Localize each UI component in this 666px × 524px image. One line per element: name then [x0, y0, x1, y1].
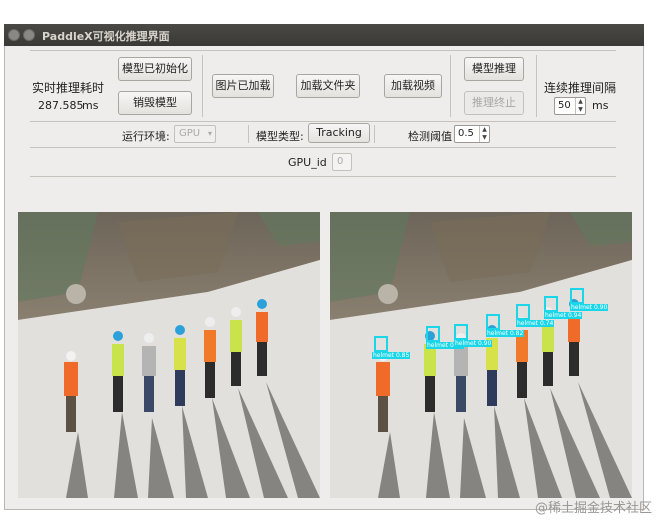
detection-label: helmet 0.85 [372, 352, 411, 359]
runtime-label: 运行环境: [122, 130, 170, 143]
load-video-button[interactable]: 加载视频 [384, 74, 442, 98]
detection-box [374, 336, 388, 352]
threshold-value: 0.5 [458, 128, 474, 139]
destroy-model-button[interactable]: 销毁模型 [118, 91, 192, 115]
interval-spinbox[interactable]: 50 ▲ ▼ [554, 97, 586, 115]
minimize-window-icon[interactable] [23, 29, 35, 41]
window-title: PaddleX可视化推理界面 [42, 30, 170, 43]
model-initialized-button[interactable]: 模型已初始化 [118, 57, 192, 81]
separator [536, 55, 537, 117]
separator [202, 55, 203, 117]
result-image-view: helmet 0.85 helmet 0.90 helmet 0.90 helm… [330, 212, 632, 498]
original-image-view [18, 212, 320, 498]
interval-label: 连续推理间隔 [544, 81, 617, 95]
timing-value: 287.585 [38, 99, 84, 112]
threshold-label: 检测阈值 [408, 130, 452, 143]
interval-value: 50 [558, 100, 571, 111]
construction-site-image [18, 212, 320, 498]
separator [374, 125, 375, 143]
timing-unit: ms [82, 99, 99, 112]
separator [30, 147, 616, 148]
separator [30, 121, 616, 122]
detection-label: helmet 0.94 [544, 312, 583, 319]
control-panel: 实时推理耗时 287.585 ms 模型已初始化 销毁模型 图片已加载 加载文件… [30, 50, 617, 177]
image-loaded-button[interactable]: 图片已加载 [212, 74, 274, 98]
separator [450, 55, 451, 117]
title-bar: PaddleX可视化推理界面 [4, 24, 644, 46]
chevron-down-icon: ▾ [207, 129, 212, 138]
close-window-icon[interactable] [8, 29, 20, 41]
gpu-id-label: GPU_id [288, 156, 327, 169]
detection-box [544, 296, 558, 312]
spin-arrows-icon[interactable]: ▲ ▼ [575, 98, 585, 114]
interval-unit: ms [592, 99, 609, 112]
detection-box [454, 324, 468, 340]
detection-box [426, 326, 440, 342]
model-type-label: 模型类型: [256, 130, 304, 143]
separator [248, 125, 249, 143]
timing-label: 实时推理耗时 [32, 81, 105, 95]
model-inference-button[interactable]: 模型推理 [464, 57, 524, 81]
watermark: @稀土掘金技术社区 [534, 501, 652, 516]
runtime-select: GPU ▾ [174, 125, 216, 143]
detection-box [516, 304, 530, 320]
load-folder-button[interactable]: 加载文件夹 [296, 74, 360, 98]
detection-box [486, 314, 500, 330]
threshold-spinbox[interactable]: 0.5 ▲ ▼ [454, 125, 490, 143]
runtime-value: GPU [179, 128, 201, 139]
stop-inference-button: 推理终止 [464, 91, 524, 115]
gpu-id-spinbox: 0 [332, 153, 352, 171]
detection-label: helmet 0.90 [570, 304, 609, 311]
spin-arrows-icon[interactable]: ▲ ▼ [479, 126, 489, 142]
gpu-id-value: 0 [337, 156, 344, 167]
detection-label: helmet 0.90 [454, 340, 493, 347]
detection-label: helmet 0.74 [516, 320, 555, 327]
detection-box [570, 288, 584, 304]
separator [30, 176, 616, 177]
detection-label: helmet 0.82 [486, 330, 525, 337]
model-type-button[interactable]: Tracking [308, 123, 370, 143]
